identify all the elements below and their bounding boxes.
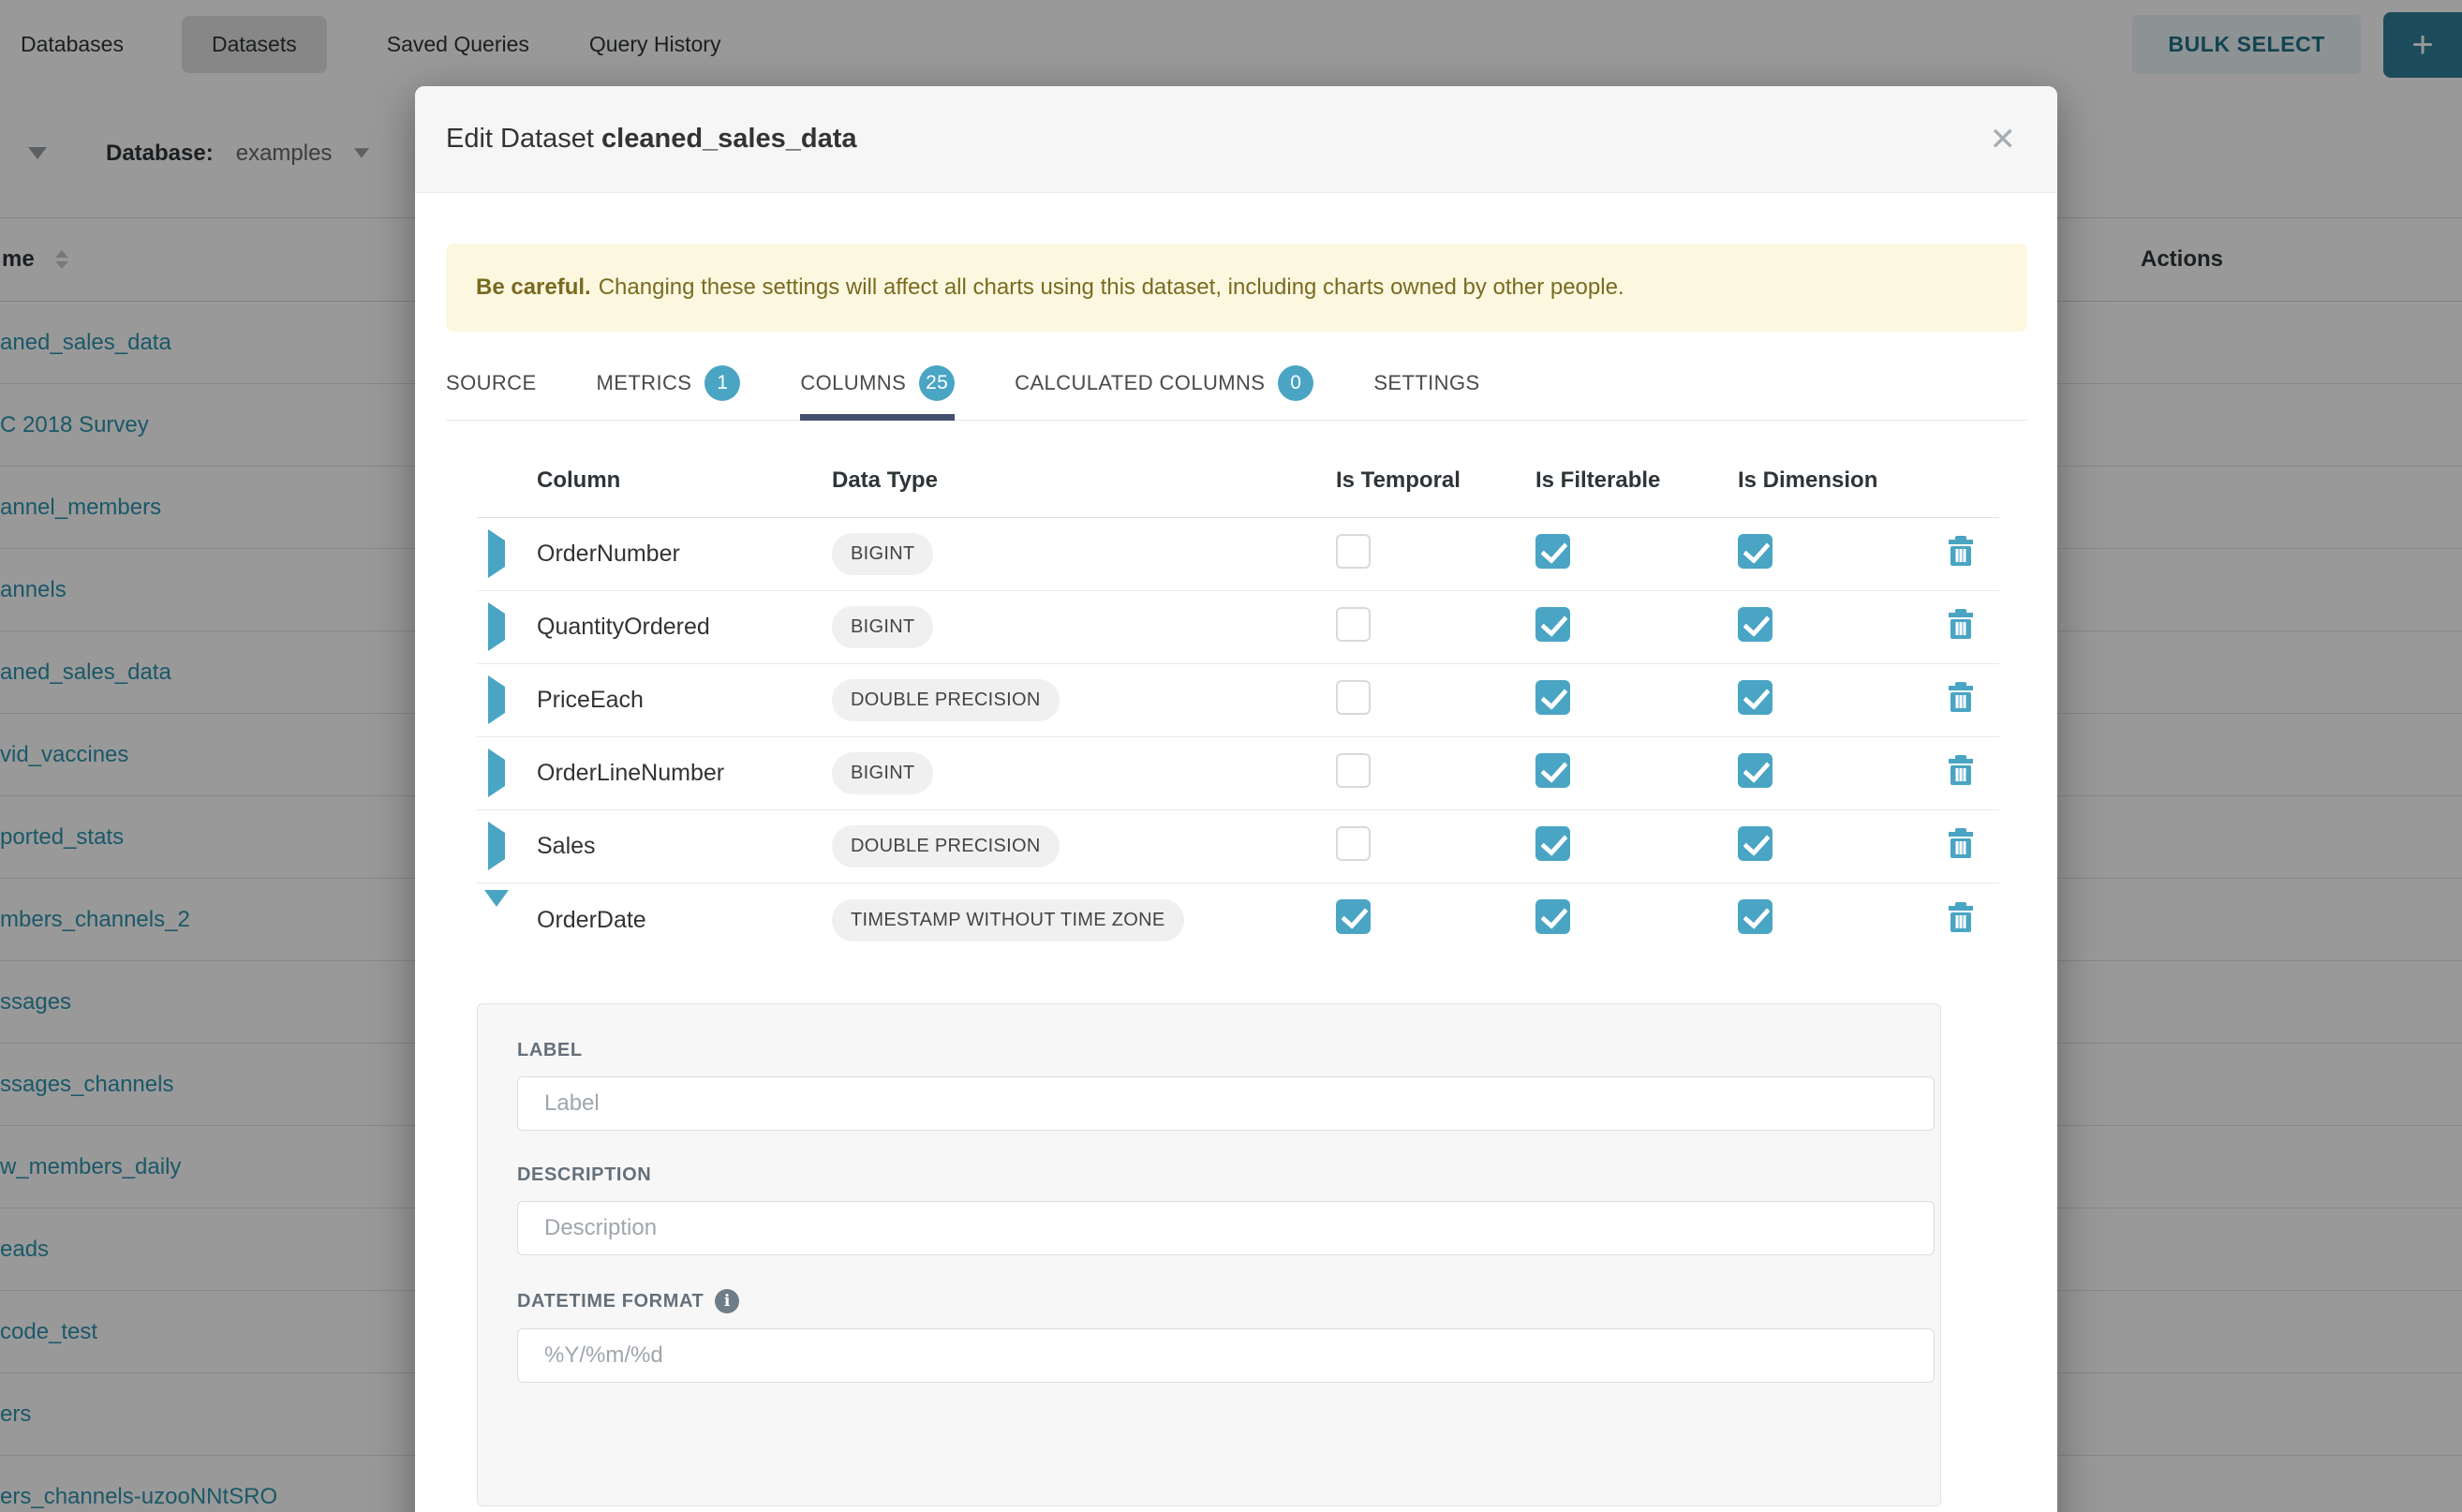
data-type-pill: DOUBLE PRECISION (832, 679, 1060, 721)
delete-column-icon[interactable] (1947, 609, 2000, 645)
is-temporal-checkbox[interactable] (1336, 826, 1371, 861)
is-temporal-checkbox[interactable] (1336, 680, 1371, 715)
column-row: Sales DOUBLE PRECISION (477, 810, 1999, 883)
tab[interactable]: COLUMNS 25 (800, 365, 955, 420)
column-row: OrderLineNumber BIGINT (477, 737, 1999, 810)
label-input[interactable] (517, 1076, 1935, 1131)
expand-caret-icon[interactable] (488, 529, 505, 578)
is-filterable-checkbox[interactable] (1535, 534, 1570, 569)
delete-column-icon[interactable] (1947, 536, 2000, 572)
tab-label: CALCULATED COLUMNS (1015, 371, 1265, 395)
description-input[interactable] (517, 1201, 1935, 1255)
is-filterable-checkbox[interactable] (1535, 753, 1570, 788)
warning-bold: Be careful. (476, 274, 591, 301)
is-filterable-checkbox[interactable] (1535, 826, 1570, 861)
column-name: Sales (537, 833, 832, 860)
columns-rows: OrderNumber BIGINT (477, 518, 1999, 956)
column-row: OrderDate TIMESTAMP WITHOUT TIME ZONE (477, 883, 1999, 956)
is-temporal-header: Is Temporal (1336, 467, 1535, 494)
modal-header: Edit Dataset cleaned_sales_data ✕ (415, 86, 2057, 193)
data-type-pill: DOUBLE PRECISION (832, 825, 1060, 867)
warning-text: Changing these settings will affect all … (599, 274, 1624, 301)
delete-column-icon[interactable] (1947, 755, 2000, 792)
edit-dataset-modal: Edit Dataset cleaned_sales_data ✕ Be car… (415, 86, 2057, 1512)
tab-count-badge: 25 (919, 365, 955, 401)
column-row: OrderNumber BIGINT (477, 518, 1999, 591)
is-temporal-checkbox[interactable] (1336, 753, 1371, 788)
is-dimension-checkbox[interactable] (1738, 753, 1772, 788)
column-detail-panel: LABEL DESCRIPTION DATETIME FORMAT i (477, 1003, 1941, 1506)
label-field-label: LABEL (517, 1040, 1901, 1061)
expand-caret-icon[interactable] (484, 890, 509, 933)
columns-table-header: Column Data Type Is Temporal Is Filterab… (477, 443, 1999, 518)
tab[interactable]: SETTINGS (1373, 365, 1479, 420)
column-row: QuantityOrdered BIGINT (477, 591, 1999, 664)
columns-table: Column Data Type Is Temporal Is Filterab… (477, 443, 1999, 956)
column-name: PriceEach (537, 687, 832, 714)
column-header: Column (537, 467, 832, 494)
is-temporal-checkbox[interactable] (1336, 899, 1371, 934)
modal-title: Edit Dataset cleaned_sales_data (446, 124, 857, 155)
is-dimension-checkbox[interactable] (1738, 607, 1772, 642)
description-field-label: DESCRIPTION (517, 1164, 1901, 1186)
expand-caret-icon[interactable] (488, 675, 505, 724)
column-name: OrderLineNumber (537, 760, 832, 787)
tab-label: METRICS (597, 371, 692, 395)
tab-label: SOURCE (446, 371, 537, 395)
modal-body: Be careful. Changing these settings will… (415, 244, 2057, 1506)
tab-count-badge: 1 (704, 365, 740, 401)
data-type-pill: BIGINT (832, 606, 933, 648)
is-dimension-checkbox[interactable] (1738, 899, 1772, 934)
delete-column-icon[interactable] (1947, 682, 2000, 719)
is-temporal-checkbox[interactable] (1336, 607, 1371, 642)
column-name: OrderDate (537, 907, 832, 934)
expand-caret-icon[interactable] (488, 749, 505, 797)
column-row: PriceEach DOUBLE PRECISION (477, 664, 1999, 737)
description-field: DESCRIPTION (517, 1164, 1901, 1255)
is-dimension-header: Is Dimension (1738, 467, 1930, 494)
is-dimension-checkbox[interactable] (1738, 680, 1772, 715)
tab-count-badge: 0 (1278, 365, 1313, 401)
tab[interactable]: SOURCE (446, 365, 537, 420)
data-type-header: Data Type (832, 467, 1336, 494)
expand-caret-icon[interactable] (488, 822, 505, 870)
data-type-pill: BIGINT (832, 752, 933, 794)
delete-column-icon[interactable] (1947, 828, 2000, 865)
is-temporal-checkbox[interactable] (1336, 534, 1371, 569)
is-filterable-header: Is Filterable (1535, 467, 1738, 494)
datetime-format-input[interactable] (517, 1328, 1935, 1383)
tab-label: COLUMNS (800, 371, 906, 395)
dataset-name: cleaned_sales_data (601, 124, 856, 154)
is-filterable-checkbox[interactable] (1535, 680, 1570, 715)
column-name: OrderNumber (537, 541, 832, 568)
close-icon[interactable]: ✕ (1990, 124, 2017, 156)
datetime-format-field-label: DATETIME FORMAT i (517, 1289, 1901, 1313)
datetime-format-field: DATETIME FORMAT i (517, 1289, 1901, 1383)
column-name: QuantityOrdered (537, 614, 832, 641)
delete-column-icon[interactable] (1947, 902, 2000, 939)
warning-banner: Be careful. Changing these settings will… (446, 244, 2027, 332)
is-dimension-checkbox[interactable] (1738, 826, 1772, 861)
data-type-pill: BIGINT (832, 533, 933, 575)
modal-tabs: SOURCE METRICS 1 COLUMNS 25 CALCULATED C… (446, 365, 2027, 421)
label-field: LABEL (517, 1040, 1901, 1131)
is-filterable-checkbox[interactable] (1535, 899, 1570, 934)
tab-label: SETTINGS (1373, 371, 1479, 395)
expand-caret-icon[interactable] (488, 602, 505, 651)
is-dimension-checkbox[interactable] (1738, 534, 1772, 569)
is-filterable-checkbox[interactable] (1535, 607, 1570, 642)
tab[interactable]: CALCULATED COLUMNS 0 (1015, 365, 1313, 420)
data-type-pill: TIMESTAMP WITHOUT TIME ZONE (832, 899, 1184, 941)
tab[interactable]: METRICS 1 (597, 365, 741, 420)
info-icon[interactable]: i (715, 1289, 739, 1313)
